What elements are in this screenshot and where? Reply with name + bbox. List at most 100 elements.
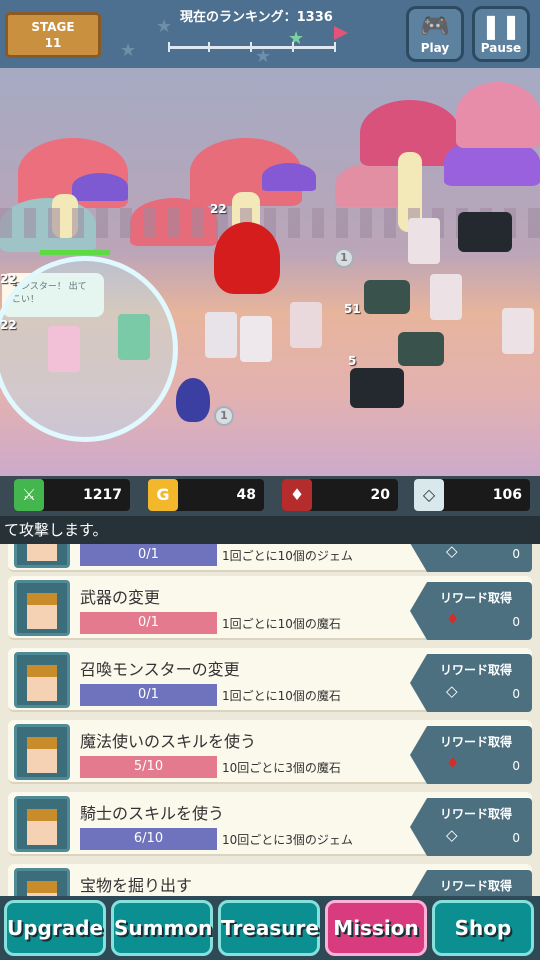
goal-flag-icon bbox=[334, 26, 348, 40]
mission-list[interactable]: 0/1 1回ごとに10個のジェム ◇ 0 武器の変更 0/1 1回ごとに10個の… bbox=[0, 544, 540, 896]
resource-ruby: ♦ 20 bbox=[282, 479, 398, 511]
play-button[interactable]: 🎮 Play bbox=[406, 6, 464, 62]
nurse-zombie-enemy bbox=[430, 274, 462, 320]
magic-shield bbox=[0, 256, 178, 442]
pause-button-label: Pause bbox=[480, 41, 522, 55]
ruby-icon: ♦ bbox=[282, 479, 312, 511]
reward-button[interactable]: リワード取得 ♦ 0 bbox=[410, 726, 532, 784]
princess-character bbox=[48, 326, 80, 372]
progress-tick bbox=[208, 42, 210, 52]
battlefield[interactable]: モンスター！ 出てこい！ 22 22 22 51 5 1 1 bbox=[0, 68, 540, 476]
ruby-icon: ♦ bbox=[446, 610, 460, 628]
resource-diamond-value: 106 bbox=[492, 487, 522, 503]
damage-number: 51 bbox=[344, 302, 361, 316]
wolf-enemy bbox=[364, 280, 410, 314]
reward-value: 0 bbox=[512, 547, 520, 561]
portrait-face bbox=[27, 737, 57, 773]
portrait-face bbox=[27, 544, 57, 561]
mission-title: 武器の変更 bbox=[80, 588, 161, 607]
reward-label: リワード取得 bbox=[440, 735, 513, 749]
red-ghost-monster bbox=[214, 222, 280, 294]
stage-number: 11 bbox=[44, 36, 62, 50]
stage-progress-track bbox=[168, 42, 336, 52]
damage-number: 22 bbox=[0, 272, 17, 286]
mission-portrait bbox=[14, 796, 70, 852]
tab-shop[interactable]: Shop bbox=[432, 900, 534, 956]
wolf-enemy bbox=[398, 332, 444, 366]
mushroom-cap bbox=[456, 82, 540, 148]
resource-ruby-value: 20 bbox=[370, 487, 390, 503]
mission-description: 10回ごとに3個のジェム bbox=[222, 833, 353, 847]
resource-bar: ⚔ 1217 G 48 ♦ 20 ◇ 106 bbox=[0, 476, 540, 516]
play-button-label: Play bbox=[420, 41, 450, 55]
tab-mission[interactable]: Mission bbox=[325, 900, 427, 956]
reward-value: 0 bbox=[512, 687, 520, 701]
star-icon: ★ bbox=[156, 16, 173, 37]
sword-icon: ⚔ bbox=[14, 479, 44, 511]
nurse-zombie-enemy bbox=[240, 316, 272, 362]
mushroom-cap bbox=[262, 163, 316, 191]
mission-item: 武器の変更 0/1 1回ごとに10個の魔石 リワード取得 ♦ 0 bbox=[8, 576, 532, 640]
mission-item: 魔法使いのスキルを使う 5/10 10回ごとに3個の魔石 リワード取得 ♦ 0 bbox=[8, 720, 532, 784]
pause-button[interactable]: ❚❚ Pause bbox=[472, 6, 530, 62]
damage-number: 22 bbox=[210, 202, 227, 216]
ruby-icon: ♦ bbox=[446, 754, 460, 772]
reward-label: リワード取得 bbox=[440, 591, 513, 605]
gamepad-icon: 🎮 bbox=[420, 12, 450, 40]
top-bar: STAGE 11 現在のランキング：1336 ★ ★ ★ ★ 🎮 Play ❚❚… bbox=[0, 0, 540, 68]
tab-summon[interactable]: Summon bbox=[111, 900, 213, 956]
tab-treasure[interactable]: Treasure bbox=[218, 900, 320, 956]
gold-icon: G bbox=[148, 479, 178, 511]
reward-button[interactable]: リワード取得 bbox=[410, 870, 532, 896]
reward-button[interactable]: ◇ 0 bbox=[410, 544, 532, 572]
reward-value: 0 bbox=[512, 759, 520, 773]
reward-label: リワード取得 bbox=[440, 879, 513, 893]
star-icon: ★ bbox=[255, 46, 272, 67]
mission-description: 1回ごとに10個の魔石 bbox=[222, 617, 341, 631]
nurse-zombie-enemy bbox=[205, 312, 237, 358]
mission-progress-bar: 6/10 bbox=[80, 828, 217, 850]
diamond-icon: ◇ bbox=[414, 479, 444, 511]
knight-character bbox=[118, 314, 150, 360]
mission-portrait bbox=[14, 868, 70, 896]
bottom-tab-bar: Upgrade Summon Treasure Mission Shop bbox=[0, 896, 540, 960]
player-hp-bar bbox=[40, 250, 110, 255]
progress-tick bbox=[250, 42, 252, 52]
mission-progress-bar: 0/1 bbox=[80, 612, 217, 634]
mission-description: 1回ごとに10個のジェム bbox=[222, 549, 353, 563]
mission-title: 魔法使いのスキルを使う bbox=[80, 732, 257, 751]
stage-label: STAGE bbox=[31, 20, 75, 34]
resource-attack-value: 1217 bbox=[83, 487, 122, 503]
husky-enemy bbox=[458, 212, 512, 252]
mission-progress-bar: 0/1 bbox=[80, 544, 217, 566]
portrait-face bbox=[27, 881, 57, 896]
diamond-icon: ◇ bbox=[446, 682, 458, 700]
damage-number: 5 bbox=[348, 354, 357, 368]
progress-tick bbox=[168, 42, 170, 52]
mission-item: 召喚モンスターの変更 0/1 1回ごとに10個の魔石 リワード取得 ◇ 0 bbox=[8, 648, 532, 712]
reward-button[interactable]: リワード取得 ♦ 0 bbox=[410, 582, 532, 640]
portrait-face bbox=[27, 809, 57, 845]
progress-tick bbox=[334, 42, 336, 52]
mission-progress-bar: 5/10 bbox=[80, 756, 217, 778]
nurse-zombie-enemy bbox=[408, 218, 440, 264]
nurse-zombie-enemy bbox=[502, 308, 534, 354]
husky-enemy bbox=[350, 368, 404, 408]
diamond-icon: ◇ bbox=[446, 544, 458, 560]
mushroom-cap bbox=[72, 173, 128, 201]
mission-item: 騎士のスキルを使う 6/10 10回ごとに3個のジェム リワード取得 ◇ 0 bbox=[8, 792, 532, 856]
reward-label: リワード取得 bbox=[440, 663, 513, 677]
portrait-face bbox=[27, 593, 57, 629]
mission-item: 宝物を掘り出す リワード取得 bbox=[8, 864, 532, 896]
damage-number: 22 bbox=[0, 318, 17, 332]
mission-portrait bbox=[14, 724, 70, 780]
mission-portrait bbox=[14, 544, 70, 568]
tab-upgrade[interactable]: Upgrade bbox=[4, 900, 106, 956]
mission-portrait bbox=[14, 580, 70, 636]
reward-button[interactable]: リワード取得 ◇ 0 bbox=[410, 798, 532, 856]
resource-diamond: ◇ 106 bbox=[414, 479, 530, 511]
coin-icon[interactable]: 1 bbox=[334, 248, 354, 268]
reward-button[interactable]: リワード取得 ◇ 0 bbox=[410, 654, 532, 712]
reward-label: リワード取得 bbox=[440, 807, 513, 821]
coin-icon[interactable]: 1 bbox=[214, 406, 234, 426]
